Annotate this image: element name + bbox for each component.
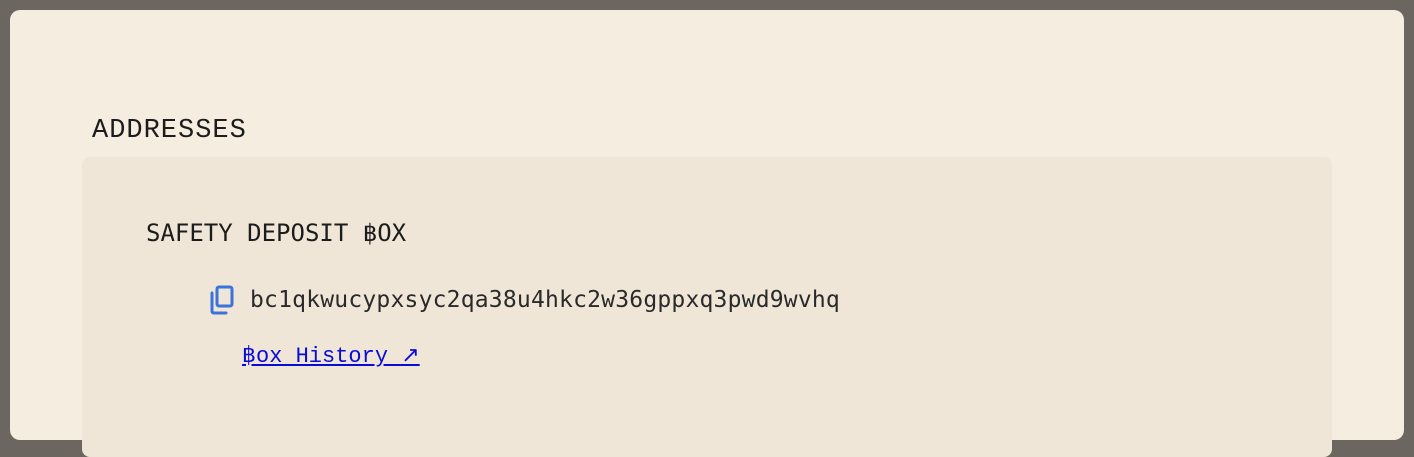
- box-title: SAFETY DEPOSIT ฿OX: [146, 219, 407, 247]
- address-row: bc1qkwucypxsyc2qa38u4hkc2w36gppxq3pwd9wv…: [208, 285, 840, 315]
- address-panel: SAFETY DEPOSIT ฿OX bc1qkwucypxsyc2qa38u4…: [82, 157, 1332, 457]
- box-history-link[interactable]: ฿ox History ↗: [242, 343, 420, 369]
- main-window: ADDRESSES SAFETY DEPOSIT ฿OX bc1qkwucypx…: [10, 10, 1404, 457]
- section-title: ADDRESSES: [92, 116, 247, 146]
- copy-icon[interactable]: [208, 285, 236, 315]
- wallet-address[interactable]: bc1qkwucypxsyc2qa38u4hkc2w36gppxq3pwd9wv…: [250, 287, 840, 313]
